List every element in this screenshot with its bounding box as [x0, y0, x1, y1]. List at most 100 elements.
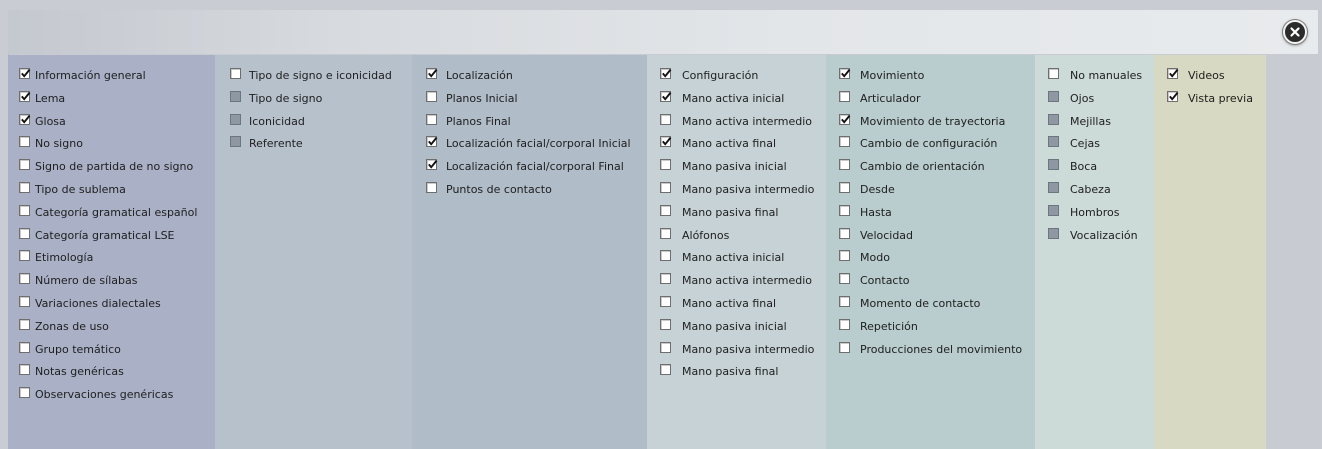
option-configuracion-5[interactable]: Mano pasiva intermedio [647, 179, 826, 202]
checkbox[interactable] [426, 90, 437, 102]
checkbox[interactable] [19, 136, 30, 148]
option-movimiento-6[interactable]: Hasta [826, 202, 1035, 225]
checkbox[interactable] [660, 318, 671, 330]
checkbox[interactable] [426, 159, 438, 171]
checkbox[interactable] [660, 341, 671, 353]
option-configuracion-1[interactable]: Mano activa inicial [647, 88, 826, 111]
checkbox[interactable] [660, 227, 671, 239]
option-localizacion-5[interactable]: Puntos de contacto [412, 179, 647, 202]
checkbox[interactable] [426, 181, 437, 193]
option-configuracion-11[interactable]: Mano pasiva inicial [647, 316, 826, 339]
option-general-4[interactable]: Signo de partida de no signo [8, 156, 215, 179]
close-button[interactable] [1283, 20, 1307, 44]
option-localizacion-0[interactable]: Localización [412, 65, 647, 88]
option-general-0[interactable]: Información general [8, 65, 215, 88]
option-movimiento-2[interactable]: Movimiento de trayectoria [826, 111, 1035, 134]
checkbox[interactable] [839, 68, 851, 79]
checkbox[interactable] [839, 295, 850, 307]
option-general-5[interactable]: Tipo de sublema [8, 179, 215, 202]
checkbox[interactable] [839, 204, 850, 216]
checkbox[interactable] [426, 113, 437, 125]
checkbox[interactable] [660, 364, 671, 376]
checkbox[interactable] [660, 113, 671, 125]
checkbox[interactable] [19, 68, 31, 79]
option-general-6[interactable]: Categoría gramatical español [8, 202, 215, 225]
checkbox[interactable] [19, 250, 30, 262]
option-localizacion-1[interactable]: Planos Inicial [412, 88, 647, 111]
checkbox[interactable] [839, 159, 850, 171]
option-configuracion-9[interactable]: Mano activa intermedio [647, 270, 826, 293]
option-general-3[interactable]: No signo [8, 133, 215, 156]
option-general-10[interactable]: Variaciones dialectales [8, 293, 215, 316]
checkbox[interactable] [19, 318, 30, 330]
option-movimiento-0[interactable]: Movimiento [826, 65, 1035, 88]
option-general-11[interactable]: Zonas de uso [8, 316, 215, 339]
option-configuracion-8[interactable]: Mano activa inicial [647, 247, 826, 270]
checkbox[interactable] [660, 181, 671, 193]
option-videos-0[interactable]: Videos [1154, 65, 1266, 88]
option-general-1[interactable]: Lema [8, 88, 215, 111]
option-general-8[interactable]: Etimología [8, 247, 215, 270]
option-localizacion-2[interactable]: Planos Final [412, 111, 647, 134]
option-general-7[interactable]: Categoría gramatical LSE [8, 225, 215, 248]
option-general-9[interactable]: Número de sílabas [8, 270, 215, 293]
checkbox[interactable] [1048, 68, 1059, 79]
checkbox[interactable] [839, 181, 850, 193]
option-movimiento-9[interactable]: Contacto [826, 270, 1035, 293]
checkbox[interactable] [839, 113, 851, 125]
checkbox[interactable] [660, 295, 671, 307]
checkbox[interactable] [839, 227, 850, 239]
option-movimiento-4[interactable]: Cambio de orientación [826, 156, 1035, 179]
option-general-14[interactable]: Observaciones genéricas [8, 384, 215, 407]
option-movimiento-5[interactable]: Desde [826, 179, 1035, 202]
option-tipo-0[interactable]: Tipo de signo e iconicidad [215, 65, 412, 88]
checkbox[interactable] [839, 250, 850, 262]
checkbox[interactable] [660, 204, 671, 216]
option-movimiento-10[interactable]: Momento de contacto [826, 293, 1035, 316]
checkbox[interactable] [19, 341, 30, 353]
checkbox[interactable] [19, 181, 30, 193]
option-configuracion-13[interactable]: Mano pasiva final [647, 361, 826, 384]
checkbox[interactable] [839, 318, 850, 330]
option-localizacion-3[interactable]: Localización facial/corporal Inicial [412, 133, 647, 156]
checkbox[interactable] [19, 204, 30, 216]
checkbox[interactable] [839, 90, 850, 102]
option-configuracion-10[interactable]: Mano activa final [647, 293, 826, 316]
checkbox[interactable] [19, 387, 30, 399]
checkbox[interactable] [839, 136, 850, 148]
option-general-12[interactable]: Grupo temático [8, 339, 215, 362]
option-no-manuales-0[interactable]: No manuales [1035, 65, 1154, 88]
checkbox[interactable] [660, 68, 672, 79]
checkbox[interactable] [230, 68, 241, 79]
option-configuracion-12[interactable]: Mano pasiva intermedio [647, 339, 826, 362]
checkbox[interactable] [19, 364, 30, 376]
checkbox[interactable] [19, 295, 30, 307]
option-general-13[interactable]: Notas genéricas [8, 361, 215, 384]
checkbox[interactable] [1167, 68, 1179, 79]
checkbox[interactable] [839, 273, 850, 285]
checkbox[interactable] [660, 136, 672, 148]
checkbox[interactable] [660, 159, 671, 171]
option-configuracion-2[interactable]: Mano activa intermedio [647, 111, 826, 134]
checkbox[interactable] [426, 68, 438, 79]
checkbox[interactable] [839, 341, 850, 353]
checkbox[interactable] [19, 273, 30, 285]
option-configuracion-6[interactable]: Mano pasiva final [647, 202, 826, 225]
checkbox[interactable] [426, 136, 438, 148]
option-movimiento-12[interactable]: Producciones del movimiento [826, 339, 1035, 362]
checkbox[interactable] [19, 90, 31, 102]
option-localizacion-4[interactable]: Localización facial/corporal Final [412, 156, 647, 179]
option-movimiento-7[interactable]: Velocidad [826, 225, 1035, 248]
checkbox[interactable] [660, 90, 672, 102]
checkbox[interactable] [19, 159, 30, 171]
option-configuracion-7[interactable]: Alófonos [647, 225, 826, 248]
checkbox[interactable] [1167, 90, 1179, 102]
option-movimiento-8[interactable]: Modo [826, 247, 1035, 270]
option-general-2[interactable]: Glosa [8, 111, 215, 134]
option-videos-1[interactable]: Vista previa [1154, 88, 1266, 111]
checkbox[interactable] [19, 227, 30, 239]
checkbox[interactable] [19, 113, 31, 125]
option-movimiento-1[interactable]: Articulador [826, 88, 1035, 111]
checkbox[interactable] [660, 273, 671, 285]
checkbox[interactable] [660, 250, 671, 262]
